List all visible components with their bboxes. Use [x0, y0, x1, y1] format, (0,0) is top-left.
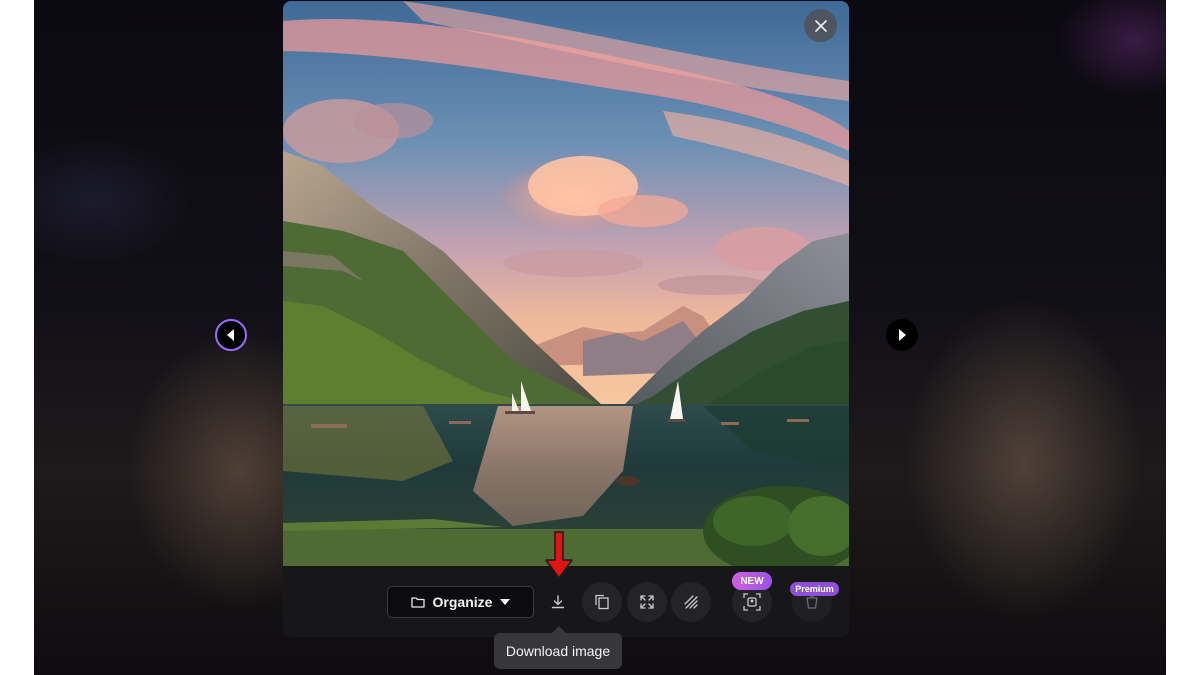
screen: Organize NEW Premium Download image: [0, 0, 1200, 675]
scan-icon: [743, 593, 761, 611]
close-button[interactable]: [804, 9, 837, 42]
chevron-right-icon: [899, 329, 906, 341]
premium-badge: Premium: [790, 582, 839, 596]
hatch-icon: [684, 595, 698, 609]
next-image-button[interactable]: [886, 319, 918, 351]
organize-label: Organize: [432, 594, 493, 610]
expand-button[interactable]: [627, 582, 667, 622]
copy-button[interactable]: [582, 582, 622, 622]
chevron-left-icon: [227, 329, 234, 341]
expand-icon: [640, 595, 654, 609]
previous-image-button[interactable]: [215, 319, 247, 351]
preview-image: [283, 1, 849, 566]
new-badge: NEW: [732, 572, 772, 590]
folder-icon: [410, 597, 425, 608]
left-margin: [0, 0, 34, 675]
download-button[interactable]: [538, 582, 578, 622]
cup-icon: [806, 595, 818, 609]
tooltip-pointer: [552, 626, 566, 633]
copy-icon: [595, 594, 609, 610]
organize-dropdown[interactable]: Organize: [387, 586, 534, 618]
right-margin: [1166, 0, 1200, 675]
close-icon: [814, 19, 827, 32]
remove-background-button[interactable]: [671, 582, 711, 622]
caret-down-icon: [500, 598, 511, 605]
red-arrow-annotation: [545, 531, 573, 579]
download-tooltip: Download image: [494, 633, 622, 669]
download-icon: [551, 595, 565, 609]
